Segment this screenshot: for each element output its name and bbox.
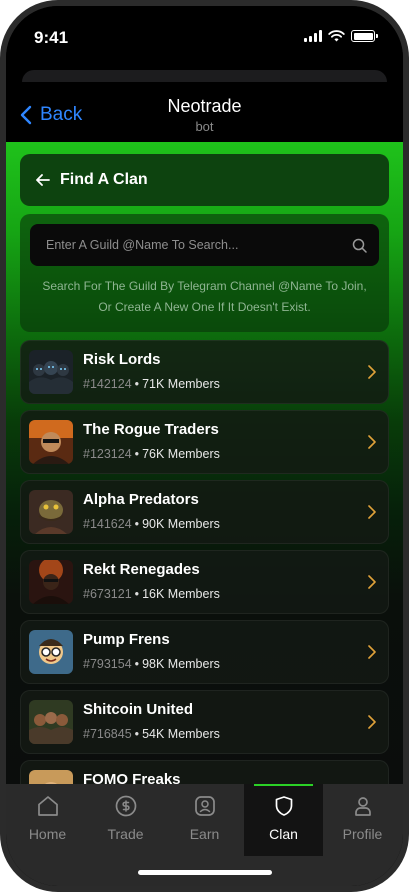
- chevron-right-icon: [368, 505, 376, 519]
- clan-row[interactable]: Alpha Predators #141624 • 90K Members: [20, 480, 389, 544]
- clan-separator: •: [134, 517, 140, 531]
- app-title: Neotrade: [167, 96, 242, 116]
- clan-meta: #142124 • 71K Members: [83, 377, 220, 391]
- clan-row[interactable]: Pump Frens #793154 • 98K Members: [20, 620, 389, 684]
- search-icon[interactable]: [352, 238, 367, 253]
- chevron-right-icon: [368, 435, 376, 449]
- tab-label: Profile: [342, 826, 383, 842]
- tab-earn[interactable]: Earn: [165, 784, 244, 856]
- tab-profile[interactable]: Profile: [323, 784, 402, 856]
- cellular-signal-icon: [304, 30, 322, 42]
- clan-separator: •: [134, 727, 140, 741]
- find-clan-header[interactable]: Find A Clan: [20, 154, 389, 206]
- chevron-right-icon: [368, 365, 376, 379]
- clan-meta: #123124 • 76K Members: [83, 447, 220, 461]
- search-help-line-1: Search For The Guild By Telegram Channel…: [42, 279, 367, 293]
- search-card: Search For The Guild By Telegram Channel…: [20, 214, 389, 332]
- search-help-text: Search For The Guild By Telegram Channel…: [26, 276, 383, 318]
- header-title-group: Neotrade bot: [6, 96, 403, 134]
- chevron-right-icon: [368, 575, 376, 589]
- rekt-renegades-avatar: [29, 560, 73, 604]
- chevron-right-icon: [368, 645, 376, 659]
- clan-separator: •: [134, 447, 140, 461]
- clan-name: Pump Frens: [83, 631, 170, 648]
- trade-icon: [115, 795, 136, 817]
- tab-label: Home: [28, 826, 67, 842]
- earn-icon: [194, 796, 215, 816]
- home-icon: [37, 796, 58, 816]
- clan-id: #123124: [83, 447, 132, 461]
- clan-members: 76K Members: [142, 447, 220, 461]
- shield-icon: [275, 796, 292, 816]
- clan-members: 90K Members: [142, 517, 220, 531]
- tab-label: Trade: [107, 826, 144, 842]
- clan-meta: #716845 • 54K Members: [83, 727, 220, 741]
- battery-icon: [351, 30, 378, 42]
- clan-members: 54K Members: [142, 727, 220, 741]
- clan-members: 16K Members: [142, 587, 220, 601]
- screen: 9:41 Back Neotrade bot Find A Clan Enter…: [6, 6, 403, 886]
- active-tab-indicator: [254, 784, 313, 786]
- clan-name: Shitcoin United: [83, 701, 193, 718]
- clan-members: 71K Members: [142, 377, 220, 391]
- home-indicator: [138, 870, 272, 875]
- alpha-predators-avatar: [29, 490, 73, 534]
- tab-trade[interactable]: Trade: [86, 784, 165, 856]
- clan-list: Risk Lords #142124 • 71K Members The Rogue…: [20, 340, 389, 784]
- search-box[interactable]: [30, 224, 379, 266]
- clan-members: 98K Members: [142, 657, 220, 671]
- clan-id: #716845: [83, 727, 132, 741]
- clan-name: FOMO Freaks: [83, 771, 181, 784]
- clan-row[interactable]: Risk Lords #142124 • 71K Members: [20, 340, 389, 404]
- wifi-icon: [328, 30, 345, 42]
- tab-clan[interactable]: Clan: [244, 784, 323, 856]
- search-input[interactable]: [46, 238, 352, 252]
- clan-separator: •: [134, 377, 140, 391]
- clan-id: #142124: [83, 377, 132, 391]
- tab-label: Clan: [269, 826, 298, 842]
- clan-row[interactable]: The Rogue Traders #123124 • 76K Members: [20, 410, 389, 474]
- search-help-line-2: Or Create A New One If It Doesn't Exist.: [98, 300, 311, 314]
- clan-name: Alpha Predators: [83, 491, 199, 508]
- clan-row[interactable]: FOMO Freaks: [20, 760, 389, 784]
- clan-name: The Rogue Traders: [83, 421, 219, 438]
- clan-separator: •: [134, 587, 140, 601]
- clan-name: Rekt Renegades: [83, 561, 200, 578]
- arrow-left-icon[interactable]: [36, 174, 50, 186]
- profile-icon: [354, 797, 371, 816]
- status-time: 9:41: [34, 28, 69, 47]
- clan-id: #141624: [83, 517, 132, 531]
- clan-id: #793154: [83, 657, 132, 671]
- clan-meta: #793154 • 98K Members: [83, 657, 220, 671]
- pump-frens-avatar: [29, 630, 73, 674]
- status-icons: [304, 30, 378, 42]
- clan-name: Risk Lords: [83, 351, 161, 368]
- fomo-freaks-avatar: [29, 770, 73, 784]
- find-clan-title: Find A Clan: [60, 171, 148, 188]
- phone-frame: 9:41 Back Neotrade bot Find A Clan Enter…: [0, 0, 409, 892]
- header: Back Neotrade bot: [6, 82, 403, 142]
- clan-id: #673121: [83, 587, 132, 601]
- clan-meta: #673121 • 16K Members: [83, 587, 220, 601]
- clan-row[interactable]: Shitcoin United #716845 • 54K Members: [20, 690, 389, 754]
- shitcoin-united-avatar: [29, 700, 73, 744]
- clan-row[interactable]: Rekt Renegades #673121 • 16K Members: [20, 550, 389, 614]
- app-subtitle: bot: [195, 119, 214, 134]
- tab-label: Earn: [189, 826, 220, 842]
- rogue-traders-avatar: [29, 420, 73, 464]
- risk-lords-avatar: [29, 350, 73, 394]
- main-content[interactable]: Find A Clan Search For The Guild By Tele…: [6, 142, 403, 784]
- status-bar: 9:41: [6, 6, 403, 66]
- chevron-right-icon: [368, 715, 376, 729]
- tab-home[interactable]: Home: [8, 784, 87, 856]
- clan-meta: #141624 • 90K Members: [83, 517, 220, 531]
- clan-separator: •: [134, 657, 140, 671]
